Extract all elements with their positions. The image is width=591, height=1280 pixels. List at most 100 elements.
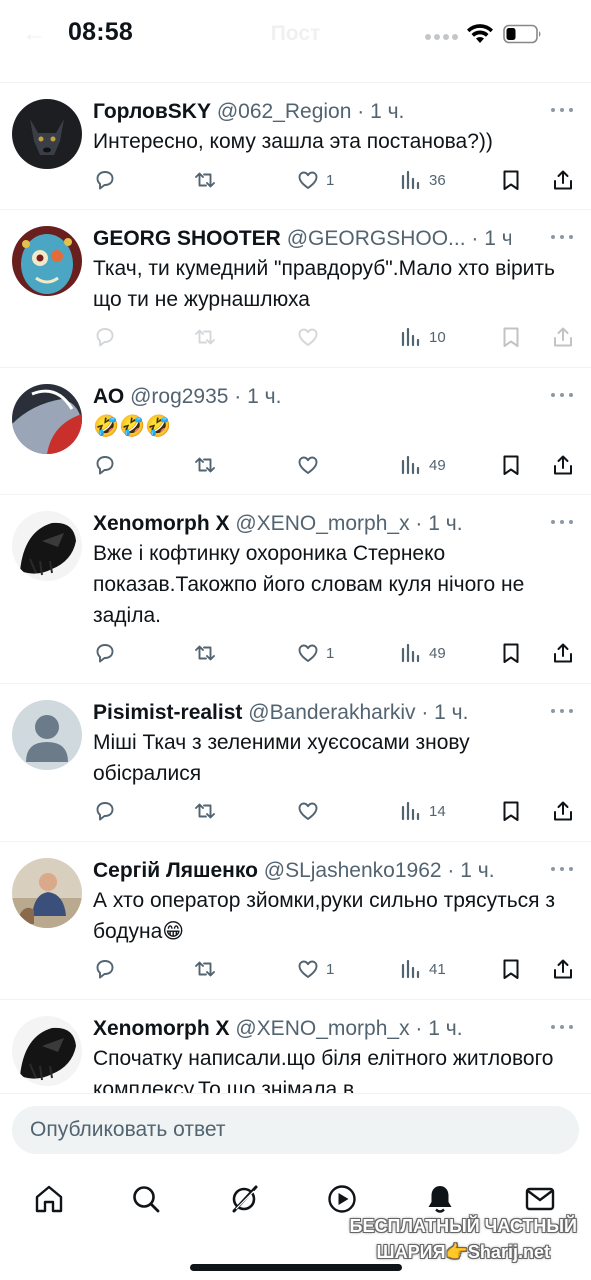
share-button[interactable] xyxy=(551,798,575,824)
share-button[interactable] xyxy=(551,167,575,193)
bookmark-button[interactable] xyxy=(499,324,523,350)
avatar[interactable] xyxy=(12,1016,82,1086)
share-button[interactable] xyxy=(551,324,575,350)
share-button[interactable] xyxy=(551,956,575,982)
bookmark-button[interactable] xyxy=(499,640,523,666)
repost-button[interactable] xyxy=(193,324,217,350)
search-tab[interactable] xyxy=(129,1182,163,1216)
views-button[interactable]: 49 xyxy=(399,452,446,478)
avatar[interactable] xyxy=(12,858,82,928)
views-chart-icon xyxy=(401,959,420,979)
like-button[interactable] xyxy=(296,798,326,824)
author-handle[interactable]: @GEORGSHOO... xyxy=(287,227,466,250)
reply-input[interactable]: Опубликовать ответ xyxy=(12,1106,579,1154)
avatar[interactable] xyxy=(12,384,82,454)
reply-icon xyxy=(96,456,114,475)
more-options-icon[interactable] xyxy=(551,235,573,241)
tweet-header: ГорловSKY @062_Region · 1 ч. xyxy=(93,100,511,124)
repost-button[interactable] xyxy=(193,956,217,982)
tweet-time[interactable]: 1 ч. xyxy=(370,100,404,123)
author-handle[interactable]: @Banderakharkiv xyxy=(248,701,415,724)
share-button[interactable] xyxy=(551,640,575,666)
author-name[interactable]: АО xyxy=(93,385,124,408)
repost-button[interactable] xyxy=(193,798,217,824)
reply-tweet[interactable]: АО @rog2935 · 1 ч. 🤣🤣🤣 49 xyxy=(0,368,591,495)
tweet-actions: 49 xyxy=(93,452,583,478)
views-button[interactable]: 49 xyxy=(399,640,446,666)
bookmark-button[interactable] xyxy=(499,798,523,824)
author-handle[interactable]: @XENO_morph_x xyxy=(235,1017,409,1040)
reply-icon xyxy=(96,960,114,979)
reply-button[interactable] xyxy=(93,798,117,824)
grok-tab[interactable] xyxy=(227,1182,261,1216)
watermark-line-2: ШАРИЯ👉Sharij.net xyxy=(376,1242,550,1262)
repost-button[interactable] xyxy=(193,452,217,478)
avatar[interactable] xyxy=(12,511,82,581)
reply-icon xyxy=(96,644,114,663)
bookmark-button[interactable] xyxy=(499,452,523,478)
tweet-time[interactable]: 1 ч. xyxy=(428,512,462,535)
more-options-icon[interactable] xyxy=(551,520,573,526)
notifications-tab[interactable] xyxy=(423,1182,457,1216)
author-handle[interactable]: @rog2935 xyxy=(130,385,228,408)
reply-tweet[interactable]: Xenomorph X @XENO_morph_x · 1 ч. Вже і к… xyxy=(0,495,591,684)
reply-button[interactable] xyxy=(93,452,117,478)
reply-button[interactable] xyxy=(93,640,117,666)
separator-dot: · xyxy=(465,227,485,250)
repost-button[interactable] xyxy=(193,167,217,193)
reply-icon xyxy=(96,802,114,821)
like-button[interactable]: 1 xyxy=(296,640,334,666)
bookmark-button[interactable] xyxy=(499,956,523,982)
more-options-icon[interactable] xyxy=(551,867,573,873)
views-button[interactable]: 41 xyxy=(399,956,446,982)
views-button[interactable]: 10 xyxy=(399,324,446,350)
avatar[interactable] xyxy=(12,226,82,296)
share-button[interactable] xyxy=(551,452,575,478)
author-name[interactable]: Pisimist-realist xyxy=(93,701,242,724)
reply-tweet[interactable]: Сергій Ляшенко @SLjashenko1962 · 1 ч. А … xyxy=(0,842,591,1000)
author-handle[interactable]: @SLjashenko1962 xyxy=(264,859,442,882)
repost-button[interactable] xyxy=(193,640,217,666)
author-name[interactable]: Xenomorph X xyxy=(93,1017,230,1040)
reply-tweet[interactable]: Pisimist-realist @Banderakharkiv · 1 ч. … xyxy=(0,684,591,842)
like-button[interactable] xyxy=(296,324,326,350)
messages-tab[interactable] xyxy=(523,1182,557,1216)
reply-button[interactable] xyxy=(93,956,117,982)
home-tab[interactable] xyxy=(32,1182,66,1216)
more-options-icon[interactable] xyxy=(551,1025,573,1031)
video-tab[interactable] xyxy=(325,1182,359,1216)
bookmark-button[interactable] xyxy=(499,167,523,193)
like-button[interactable] xyxy=(296,452,326,478)
author-name[interactable]: Xenomorph X xyxy=(93,512,230,535)
reply-button[interactable] xyxy=(93,324,117,350)
tweet-time[interactable]: 1 ч. xyxy=(247,385,281,408)
more-options-icon[interactable] xyxy=(551,709,573,715)
views-button[interactable]: 14 xyxy=(399,798,446,824)
like-button[interactable]: 1 xyxy=(296,167,334,193)
reply-tweet[interactable]: Xenomorph X @XENO_morph_x · 1 ч. Спочатк… xyxy=(0,1000,591,1093)
tweet-time[interactable]: 1 ч. xyxy=(460,859,494,882)
like-button[interactable]: 1 xyxy=(296,956,334,982)
author-name[interactable]: GEORG SHOOTER xyxy=(93,227,281,250)
tweet-time[interactable]: 1 ч. xyxy=(428,1017,462,1040)
author-handle[interactable]: @062_Region xyxy=(217,100,352,123)
views-button[interactable]: 36 xyxy=(399,167,446,193)
author-handle[interactable]: @XENO_morph_x xyxy=(235,512,409,535)
avatar[interactable] xyxy=(12,700,82,770)
watermark-logo: БЕСПЛАТНЫЙ ЧАСТНЫЙ ШАРИЯ👉Sharij.net xyxy=(350,1213,577,1265)
reply-button[interactable] xyxy=(93,167,117,193)
tweet-time[interactable]: 1 ч. xyxy=(434,701,468,724)
author-name[interactable]: Сергій Ляшенко xyxy=(93,859,258,882)
tweet-time[interactable]: 1 ч. xyxy=(484,227,511,250)
more-options-icon[interactable] xyxy=(551,393,573,399)
author-name[interactable]: ГорловSKY xyxy=(93,100,211,123)
separator-dot: · xyxy=(415,701,435,724)
tweet-text: 🤣🤣🤣 xyxy=(93,415,172,438)
reply-tweet[interactable]: GEORG SHOOTER @GEORGSHOO... · 1 ч. Ткач,… xyxy=(0,210,591,368)
tweet-text: Спочатку написали.що біля елітного житло… xyxy=(93,1047,554,1093)
avatar[interactable] xyxy=(12,99,82,169)
reply-tweet[interactable]: ГорловSKY @062_Region · 1 ч. Интересно, … xyxy=(0,83,591,210)
more-options-icon[interactable] xyxy=(551,108,573,114)
replies-feed[interactable]: ГорловSKY @062_Region · 1 ч. Интересно, … xyxy=(0,83,591,1093)
views-count: 49 xyxy=(429,456,446,474)
